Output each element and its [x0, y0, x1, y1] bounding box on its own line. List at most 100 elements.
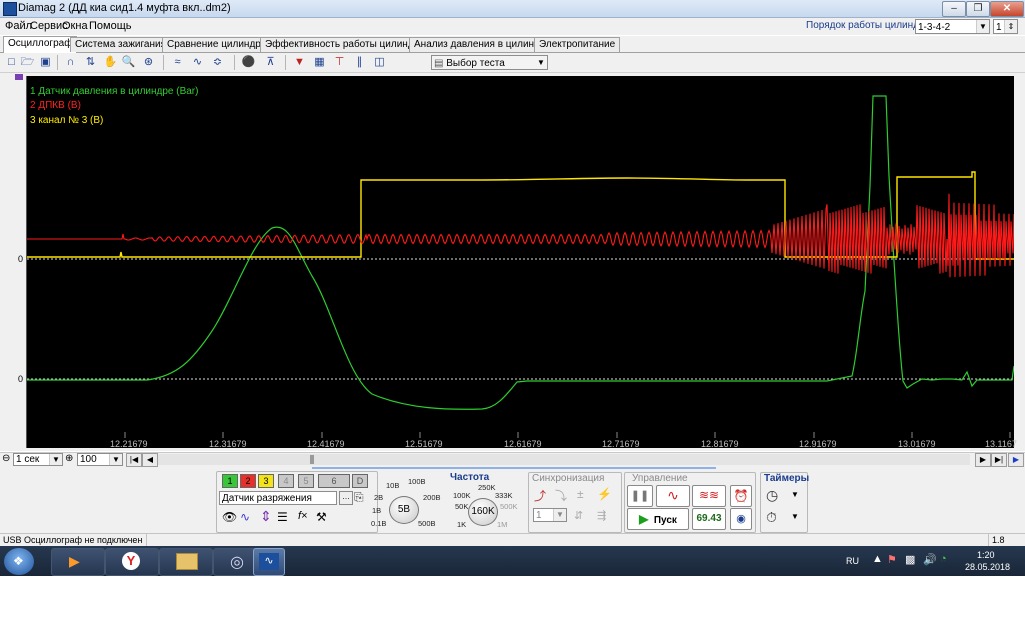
minimize-button[interactable]: –	[942, 1, 966, 17]
scroll-end-button[interactable]: ▶|	[991, 453, 1007, 467]
chevron-down-icon[interactable]: ▼	[791, 512, 799, 521]
start-label: Пуск	[653, 515, 677, 526]
realtime-button[interactable]: ▶	[1008, 453, 1024, 467]
sync-level-up-icon[interactable]: ⇵	[574, 509, 583, 522]
falling-edge-icon[interactable]: ⤵	[555, 487, 567, 504]
tray-arrow-icon[interactable]: ▲	[872, 553, 883, 565]
clock-date[interactable]: 28.05.2018	[965, 562, 1010, 572]
taskbar-explorer[interactable]	[159, 548, 213, 576]
sine-wave-button[interactable]: ∿	[656, 485, 690, 507]
open-folder-icon[interactable]: 🗁	[20, 55, 35, 70]
start-button-windows[interactable]: ❖	[4, 548, 34, 575]
cursor-measure-icon[interactable]: ⇅	[83, 55, 98, 70]
waveform-invert-icon[interactable]: ∿	[240, 510, 250, 524]
zoom-icon[interactable]: 🔍	[121, 55, 136, 70]
zoom-select[interactable]: 100 ▼	[77, 453, 123, 466]
voltage-knob[interactable]: 5В	[389, 496, 419, 524]
save-icon[interactable]: ▣	[38, 55, 53, 70]
network-icon[interactable]: ▩	[905, 553, 915, 566]
channel-button-2[interactable]: 2	[240, 474, 256, 488]
eye-icon[interactable]: 👁	[222, 510, 237, 524]
timer-icon[interactable]: ◷	[766, 487, 778, 504]
zoom-in-icon[interactable]: ⊕	[65, 453, 73, 464]
channel-button-3[interactable]: 3	[258, 474, 274, 488]
cursor-arc-icon[interactable]: ∩	[63, 55, 78, 70]
record-play-button[interactable]: ◉	[730, 508, 752, 530]
frequency-knob[interactable]: 160K	[468, 498, 498, 526]
toolbar-separator	[285, 55, 286, 70]
scroll-start-button[interactable]: |◀	[126, 453, 142, 467]
channel-button-5[interactable]: 5	[298, 474, 314, 488]
tools-icon[interactable]: ⚒	[316, 510, 327, 524]
settings-print-icon[interactable]: ⎘	[354, 490, 364, 505]
tray-flag-icon[interactable]: ⚑	[887, 553, 897, 566]
sensor-browse-button[interactable]: …	[339, 491, 353, 505]
menu-file[interactable]: Файл	[5, 20, 32, 32]
test-select[interactable]: ▤ Выбор теста ▼	[431, 55, 548, 70]
columns-icon[interactable]: ∥	[352, 55, 367, 70]
zoom-out-icon[interactable]: ⊖	[2, 453, 10, 464]
playback-icon[interactable]: ⚫	[241, 55, 256, 70]
restore-button[interactable]: ❐	[966, 1, 990, 17]
alarm-clock-button[interactable]: ⏰	[730, 485, 752, 507]
hand-pan-icon[interactable]: ✋	[103, 55, 118, 70]
language-indicator[interactable]: RU	[846, 556, 859, 566]
taskbar-yandex-browser[interactable]: Y	[105, 548, 159, 576]
stopwatch-icon[interactable]: ⏱	[766, 509, 777, 526]
new-file-icon[interactable]: □	[4, 55, 19, 70]
tab-power-supply[interactable]: Электропитание	[534, 37, 621, 52]
function-icon[interactable]: f×	[298, 510, 307, 522]
volume-icon[interactable]: 🔊	[923, 553, 937, 566]
sync-plus-icon[interactable]: ±	[577, 487, 584, 501]
auto-scale-icon[interactable]: ⊛	[141, 55, 156, 70]
scroll-track[interactable]	[158, 454, 970, 465]
voltage-scale-label: 2В	[374, 493, 384, 502]
start-button[interactable]: ▶ Пуск	[627, 508, 689, 530]
signal-overlay-icon[interactable]: ≎	[210, 55, 225, 70]
tab-oscilloscope[interactable]: Осциллограф	[3, 36, 78, 53]
rising-edge-icon[interactable]: ⤴	[534, 487, 546, 504]
sensor-select[interactable]: Датчик разряжения	[219, 491, 337, 505]
time-per-div-value: 1 сек	[16, 454, 40, 465]
cursor-pair-icon[interactable]: ⊤	[332, 55, 347, 70]
close-button[interactable]: ✕	[990, 1, 1024, 17]
offset-marker-icon[interactable]	[15, 74, 23, 80]
report-icon[interactable]: ◫	[372, 55, 387, 70]
grid-icon[interactable]: ▦	[312, 55, 327, 70]
oscilloscope-screen[interactable]	[26, 76, 1014, 448]
signal-split-icon[interactable]: ≈	[170, 55, 185, 70]
clock-time[interactable]: 1:20	[977, 550, 995, 560]
channel-button-4[interactable]: 4	[278, 474, 294, 488]
test-select-label: Выбор теста	[446, 58, 505, 69]
filter-icon[interactable]: ▼	[292, 55, 307, 70]
pause-button[interactable]: ❚❚	[627, 485, 653, 507]
vertical-shift-icon[interactable]: ⇕	[260, 508, 272, 525]
scroll-thumb[interactable]	[310, 455, 314, 464]
channel-button-6[interactable]: 6	[318, 474, 350, 488]
taskbar-diamag[interactable]: ∿	[253, 548, 285, 576]
tab-ignition-system[interactable]: Система зажигания	[70, 37, 171, 52]
firing-order-select[interactable]: 1-3-4-2 ▼	[915, 19, 990, 34]
lines-icon[interactable]: ☰	[277, 510, 288, 524]
channel-button-1[interactable]: 1	[222, 474, 238, 488]
scroll-left-button[interactable]: ◀	[142, 453, 158, 467]
chevron-down-icon: ▼	[553, 509, 566, 521]
sync-level-side-icon[interactable]: ⇶	[597, 509, 606, 522]
tray-app-icon[interactable]: ◔	[940, 553, 947, 565]
signal-wave-icon[interactable]: ∿	[190, 55, 205, 70]
test-select-icon: ▤	[434, 58, 447, 69]
taskbar-media-player[interactable]: ▶	[51, 548, 105, 576]
trigger-icon[interactable]: ⊼	[263, 55, 278, 70]
scroll-right-button[interactable]: ▶	[975, 453, 991, 467]
zoom-value: 100	[80, 454, 97, 465]
chevron-down-icon[interactable]: ▼	[791, 490, 799, 499]
firing-order-value: 1-3-4-2	[918, 22, 951, 33]
menu-help[interactable]: Помощь	[89, 20, 132, 32]
cylinder-spinner[interactable]: 1 ⇕	[993, 19, 1018, 34]
sync-channel-select[interactable]: 1 ▼	[533, 508, 567, 522]
time-per-div-select[interactable]: 1 сек ▼	[13, 453, 63, 466]
noise-wave-button[interactable]: ≋≋	[692, 485, 726, 507]
sync-auto-icon[interactable]: ⚡	[597, 487, 612, 501]
menu-windows[interactable]: Окна	[62, 20, 88, 32]
channel-button-d[interactable]: D	[352, 474, 368, 488]
